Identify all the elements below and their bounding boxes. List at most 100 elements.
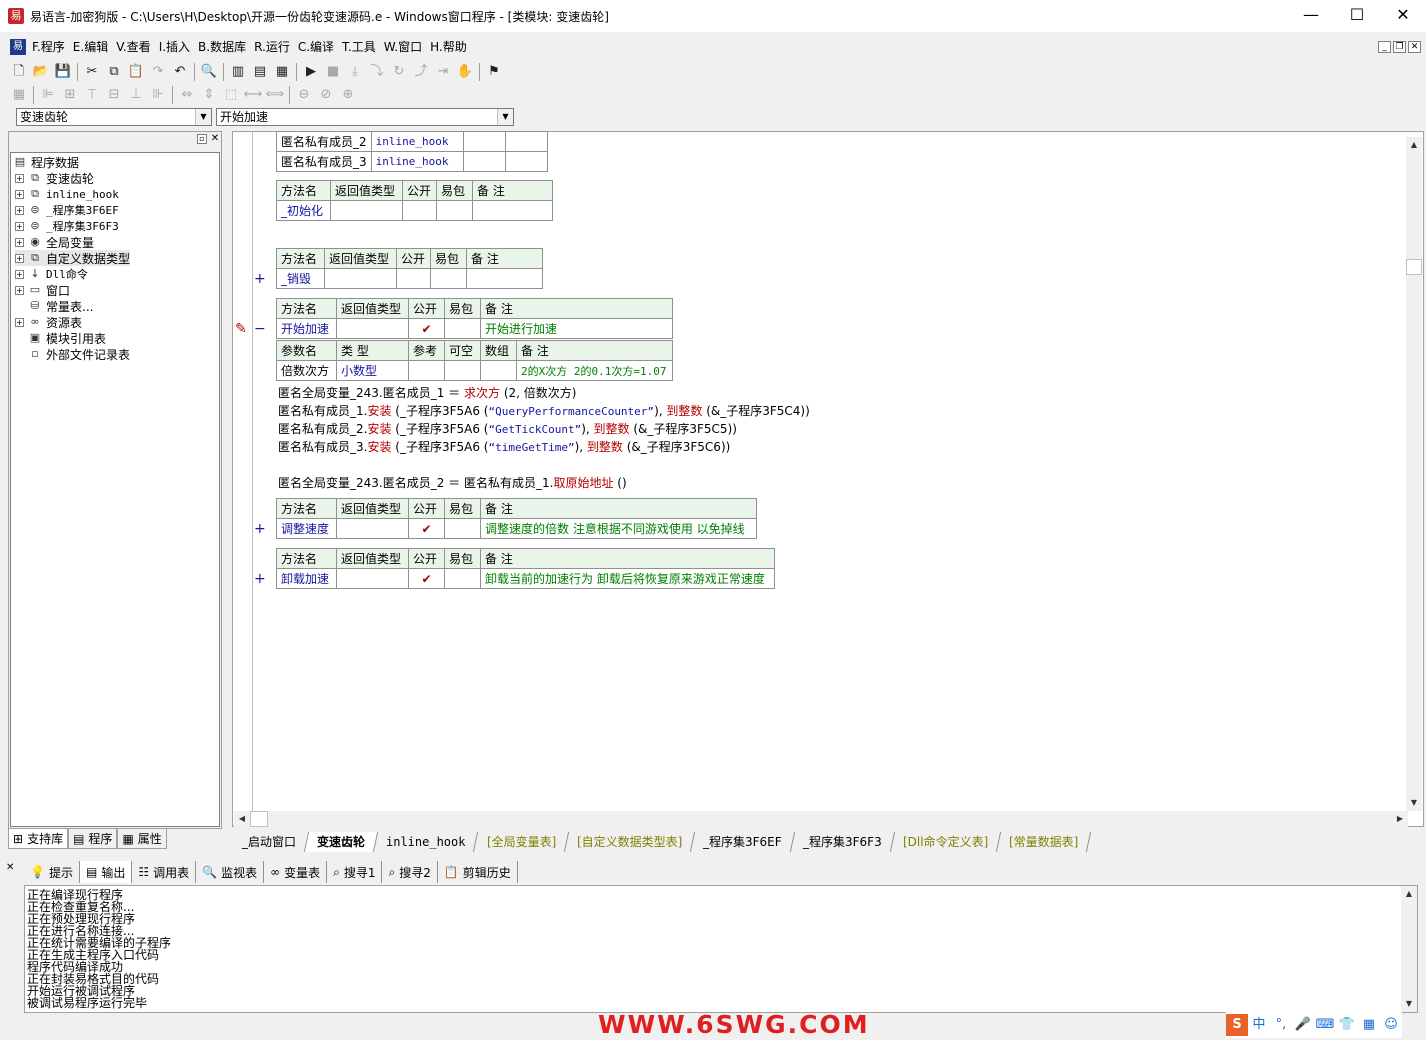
tree-item-constants[interactable]: ⛁ 常量表... [28, 298, 93, 314]
keyboard-icon[interactable]: ⌨ [1314, 1014, 1336, 1036]
output-log[interactable]: 正在编译现行程序 正在检查重复名称... 正在预处理现行程序 正在进行名称连接.… [24, 885, 1418, 1013]
expand-icon[interactable]: + [15, 221, 24, 231]
tree-item-class-hook[interactable]: + ⧉ inline_hook [15, 186, 119, 202]
paste-icon[interactable]: 📋 [125, 61, 147, 83]
expand-icon[interactable]: + [15, 253, 24, 263]
stop-icon[interactable]: ■ [322, 61, 344, 83]
package-flag[interactable] [444, 568, 481, 589]
h-space-icon[interactable]: ⟷ [242, 84, 264, 106]
layout-left-icon[interactable]: ▥ [227, 61, 249, 83]
return-type[interactable] [324, 268, 397, 289]
method-name[interactable]: 卸载加速 [276, 568, 337, 589]
close-button[interactable]: ✕ [1380, 0, 1426, 32]
tab-custom-types[interactable]: [自定义数据类型表] [564, 832, 696, 852]
tree-item-custom-types[interactable]: + ⧉ 自定义数据类型 [15, 250, 131, 266]
tree-item-module-refs[interactable]: ▣ 模块引用表 [28, 330, 106, 346]
mascot-icon[interactable]: ☺ [1380, 1014, 1402, 1036]
package-flag[interactable] [444, 518, 481, 539]
scroll-up-icon[interactable]: ▲ [1401, 886, 1417, 902]
member-cell[interactable] [504, 131, 548, 152]
code-line[interactable]: 匿名私有成员_2.安装 (_子程序3F5A6 (“GetTickCount”),… [278, 420, 737, 438]
tab-assembly-2[interactable]: _程序集3F6F3 [790, 832, 895, 852]
run-to-cursor-icon[interactable]: ⇥ [432, 61, 454, 83]
editor-vertical-scrollbar[interactable]: ▲ ▼ [1406, 137, 1422, 811]
step-over-icon[interactable]: ↻ [388, 61, 410, 83]
save-icon[interactable]: 💾 [52, 61, 74, 83]
menu-tools[interactable]: T.工具 [338, 36, 380, 58]
code-line[interactable]: 匿名全局变量_243.匿名成员_1 ＝ 求次方 (2, 倍数次方) [278, 384, 576, 402]
tab-hint[interactable]: 💡 提示 [24, 861, 80, 883]
tab-program[interactable]: ▤ 程序 [68, 829, 118, 849]
ime-language[interactable]: 中 [1248, 1014, 1270, 1036]
align-middle-icon[interactable]: ⊟ [103, 84, 125, 106]
punctuation-icon[interactable]: °, [1270, 1014, 1292, 1036]
public-flag[interactable] [402, 200, 437, 221]
tree-item-class-gear[interactable]: + ⧉ 变速齿轮 [15, 170, 94, 186]
mdi-restore-button[interactable]: ❐ [1393, 41, 1406, 53]
public-flag[interactable] [396, 268, 431, 289]
public-flag[interactable]: ✔ [408, 568, 445, 589]
public-flag[interactable]: ✔ [408, 518, 445, 539]
align-bottom-icon[interactable]: ⊥ [125, 84, 147, 106]
package-flag[interactable] [444, 318, 481, 339]
scroll-down-icon[interactable]: ▼ [1406, 795, 1422, 811]
tree-item-resources[interactable]: + ∞ 资源表 [15, 314, 82, 330]
member-type[interactable]: inline_hook [370, 151, 464, 172]
tab-gear-module[interactable]: 变速齿轮 [304, 832, 379, 852]
align-left-icon[interactable]: ⊫ [37, 84, 59, 106]
menu-help[interactable]: H.帮助 [426, 36, 471, 58]
param-nullable[interactable] [444, 360, 481, 381]
step-into-icon[interactable]: ⤵ [366, 61, 388, 83]
find-icon[interactable]: 🔍 [198, 61, 220, 83]
scroll-right-icon[interactable]: ▶ [1392, 811, 1408, 827]
expand-icon[interactable]: + [15, 317, 24, 327]
code-line[interactable]: 匿名私有成员_1.安装 (_子程序3F5A6 (“QueryPerformanc… [278, 402, 810, 420]
step-icon[interactable]: ⤓ [344, 61, 366, 83]
tree-item-assembly-1[interactable]: + ⊜ _程序集3F6EF [15, 202, 119, 218]
fold-toggle[interactable]: + [254, 571, 266, 587]
method-note[interactable]: 卸载当前的加速行为 卸载后将恢复原来游戏正常速度 [480, 568, 775, 589]
member-cell[interactable] [462, 151, 506, 172]
tab-properties[interactable]: ▦ 属性 [117, 829, 167, 849]
menu-insert[interactable]: I.插入 [155, 36, 194, 58]
package-flag[interactable] [430, 268, 467, 289]
panel-restore-icon[interactable]: ▫ [197, 134, 207, 144]
chevron-down-icon[interactable]: ▼ [195, 109, 211, 125]
param-name[interactable]: 倍数次方 [276, 360, 337, 381]
menu-run[interactable]: R.运行 [250, 36, 294, 58]
tab-output[interactable]: ▤ 输出 [79, 861, 133, 883]
maximize-button[interactable]: ☐ [1334, 0, 1380, 32]
hand-icon[interactable]: ✋ [454, 61, 476, 83]
tab-dll-commands[interactable]: [Dll命令定义表] [890, 832, 1002, 852]
method-note[interactable]: 调整速度的倍数 注意根据不同游戏使用 以免掉线 [480, 518, 757, 539]
return-type[interactable] [336, 568, 409, 589]
expand-icon[interactable]: + [15, 205, 24, 215]
tab-clipboard-history[interactable]: 📋 剪辑历史 [438, 861, 518, 883]
expand-icon[interactable]: + [15, 189, 24, 199]
menu-database[interactable]: B.数据库 [194, 36, 250, 58]
tab-support-library[interactable]: ⊞ 支持库 [8, 829, 69, 849]
open-icon[interactable]: 📂 [30, 61, 52, 83]
method-name[interactable]: 调整速度 [276, 518, 337, 539]
undo-icon[interactable]: ↶ [169, 61, 191, 83]
method-note[interactable] [472, 200, 553, 221]
tab-inline-hook[interactable]: inline_hook [373, 832, 479, 852]
code-line[interactable]: 匿名全局变量_243.匿名成员_2 ＝ 匿名私有成员_1.取原始地址 () [278, 474, 627, 492]
align-top-icon[interactable]: ⊤ [81, 84, 103, 106]
tree-item-external-files[interactable]: ▫ 外部文件记录表 [28, 346, 130, 362]
mdi-close-button[interactable]: ✕ [1408, 41, 1421, 53]
step-out-icon[interactable]: ⤴ [410, 61, 432, 83]
expand-icon[interactable]: + [15, 237, 24, 247]
menu-view[interactable]: V.查看 [112, 36, 154, 58]
param-ref[interactable] [408, 360, 445, 381]
fold-toggle[interactable]: − [254, 321, 266, 337]
expand-icon[interactable]: + [15, 285, 24, 295]
tree-item-assembly-2[interactable]: + ⊜ _程序集3F6F3 [15, 218, 119, 234]
tab-search-2[interactable]: ⌕ 搜寻2 [382, 861, 438, 883]
new-icon[interactable]: 🗋 [8, 61, 30, 83]
method-note[interactable]: 开始进行加速 [480, 318, 673, 339]
menu-edit[interactable]: E.编辑 [69, 36, 112, 58]
fold-toggle[interactable]: + [254, 521, 266, 537]
panel-close-icon[interactable]: ✕ [210, 134, 220, 144]
tree-item-dll[interactable]: + ↓ Dll命令 [15, 266, 88, 282]
